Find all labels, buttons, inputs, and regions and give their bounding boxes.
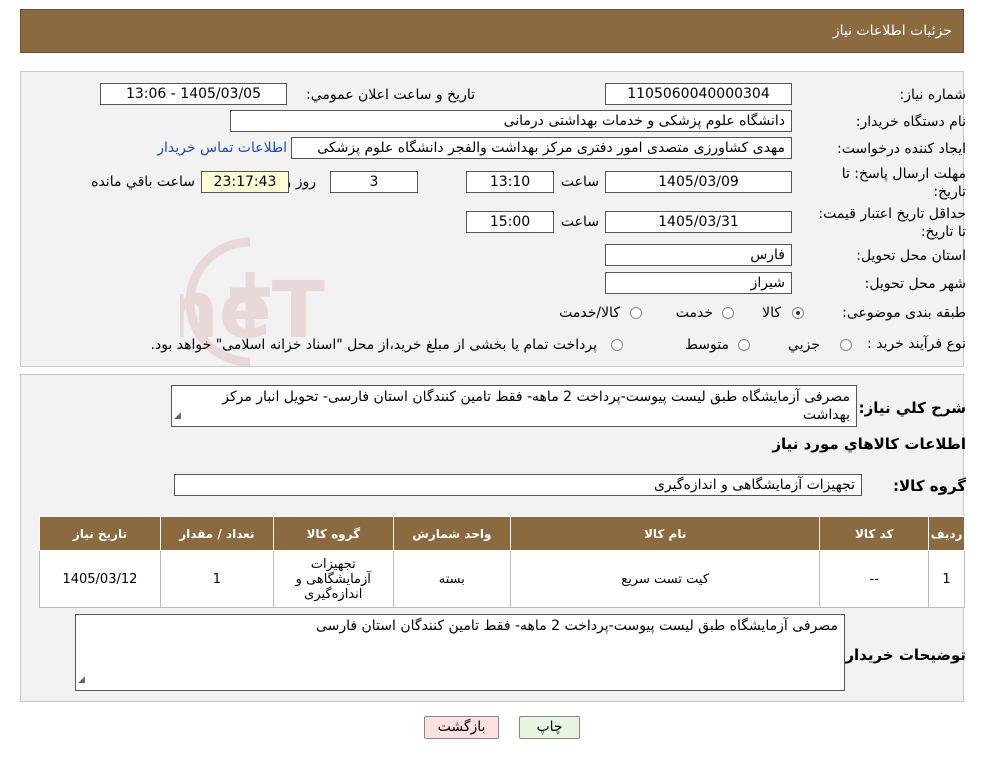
category-option-goods-service: کالا/خدمت xyxy=(559,305,620,321)
table-header-row: ردیف کد کالا نام کالا واحد شمارش گروه کا… xyxy=(39,516,965,551)
creator-field: مهدی کشاورزی متصدی امور دفتری مرکز بهداش… xyxy=(291,137,792,159)
category-label: طبقه بندی موضوعی: xyxy=(842,305,966,321)
validity-label: حداقل تاریخ اعتبار قیمت: تا تاریخ: xyxy=(818,206,966,240)
resize-grip-icon[interactable]: ◢ xyxy=(174,407,181,425)
description-text: مصرفی آزمایشگاه طبق لیست پیوست-پرداخت 2 … xyxy=(222,389,850,423)
deadline-date-field: 1405/03/09 xyxy=(605,171,792,193)
page-header: جزئیات اطلاعات نیاز xyxy=(20,9,964,53)
announce-field: 1405/03/05 - 13:06 xyxy=(100,83,287,105)
col-quantity: تعداد / مقدار xyxy=(159,516,274,551)
deadline-label: مهلت ارسال پاسخ: تا تاریخ: xyxy=(841,166,966,200)
province-field: فارس xyxy=(605,244,792,266)
buyer-notes-text: مصرفی آزمایشگاه طبق لیست پیوست-پرداخت 2 … xyxy=(315,618,838,634)
col-row-number: ردیف xyxy=(928,516,965,551)
buyer-org-label: نام دستگاه خریدار: xyxy=(855,114,966,130)
category-option-service: خدمت xyxy=(675,305,713,321)
buyer-notes-label: توضیحات خریدار: xyxy=(839,646,966,664)
cell-unit: بسته xyxy=(392,550,511,608)
col-need-date: تاریخ نیاز xyxy=(39,516,161,551)
announce-label: تاریخ و ساعت اعلان عمومي: xyxy=(306,87,475,103)
buyer-notes-textarea[interactable]: مصرفی آزمایشگاه طبق لیست پیوست-پرداخت 2 … xyxy=(75,614,845,691)
cell-row-number: 1 xyxy=(928,550,965,608)
validity-date-field: 1405/03/31 xyxy=(605,211,792,233)
cell-need-date: 1405/03/12 xyxy=(39,550,161,608)
purchase-option-medium: متوسط xyxy=(685,337,729,353)
category-option-goods: کالا xyxy=(762,305,781,321)
print-button[interactable]: چاپ xyxy=(519,716,580,739)
creator-label: ایجاد کننده درخواست: xyxy=(837,141,966,157)
col-item-name: نام کالا xyxy=(509,516,821,551)
days-remaining-field: 3 xyxy=(330,171,418,193)
buyer-org-field: دانشگاه علوم پزشکی و خدمات بهداشتی درمان… xyxy=(230,110,792,132)
description-textarea[interactable]: مصرفی آزمایشگاه طبق لیست پیوست-پرداخت 2 … xyxy=(171,385,857,427)
resize-grip-icon[interactable]: ◢ xyxy=(78,671,85,689)
deadline-time-field: 13:10 xyxy=(466,171,554,193)
purchase-radio-minor[interactable] xyxy=(840,339,852,351)
cell-item-code: -- xyxy=(819,550,930,608)
col-unit: واحد شمارش xyxy=(392,516,511,551)
remaining-time-field: 23:17:43 xyxy=(201,171,289,193)
cell-item-group: تجهیزات آزمایشگاهی و اندازه‌گیری xyxy=(272,550,394,608)
table-row: 1 -- کیت تست سریع بسته تجهیزات آزمایشگاه… xyxy=(39,550,965,608)
need-number-field: 1105060040000304 xyxy=(605,83,792,105)
remaining-label: ساعت باقي مانده xyxy=(91,174,195,190)
deadline-time-label: ساعت xyxy=(560,174,599,190)
city-field: شیراز xyxy=(605,272,792,294)
buyer-contact-link[interactable]: اطلاعات تماس خریدار xyxy=(157,140,287,156)
purchase-type-label: نوع فرآیند خرید : xyxy=(867,336,966,352)
purchase-radio-medium[interactable] xyxy=(738,339,750,351)
city-label: شهر محل تحویل: xyxy=(864,276,966,292)
col-item-group: گروه کالا xyxy=(272,516,394,551)
items-heading: اطلاعات کالاهاي مورد نیاز xyxy=(772,435,966,453)
group-field: تجهیزات آزمایشگاهی و اندازه‌گیری xyxy=(174,474,862,496)
col-item-code: کد کالا xyxy=(819,516,930,551)
purchase-note: پرداخت تمام یا بخشی از مبلغ خرید،از محل … xyxy=(150,337,597,353)
category-radio-goods-service[interactable] xyxy=(630,307,642,319)
back-button[interactable]: بازگشت xyxy=(424,716,499,739)
days-label: روز و xyxy=(284,174,317,190)
need-number-label: شماره نیاز: xyxy=(899,87,967,103)
province-label: استان محل تحویل: xyxy=(856,248,966,264)
cell-quantity: 1 xyxy=(159,550,274,608)
description-label: شرح کلي نیاز: xyxy=(858,399,966,417)
items-table: ردیف کد کالا نام کالا واحد شمارش گروه کا… xyxy=(39,516,965,608)
category-radio-service[interactable] xyxy=(722,307,734,319)
category-radio-goods[interactable] xyxy=(792,307,804,319)
purchase-option-minor: جزیي xyxy=(788,337,820,353)
validity-time-field: 15:00 xyxy=(466,211,554,233)
cell-item-name: کیت تست سریع xyxy=(509,550,821,608)
purchase-radio-treasury[interactable] xyxy=(611,339,623,351)
group-label: گروه کالا: xyxy=(893,477,966,495)
page-title: جزئیات اطلاعات نیاز xyxy=(832,23,952,39)
validity-time-label: ساعت xyxy=(560,214,599,230)
